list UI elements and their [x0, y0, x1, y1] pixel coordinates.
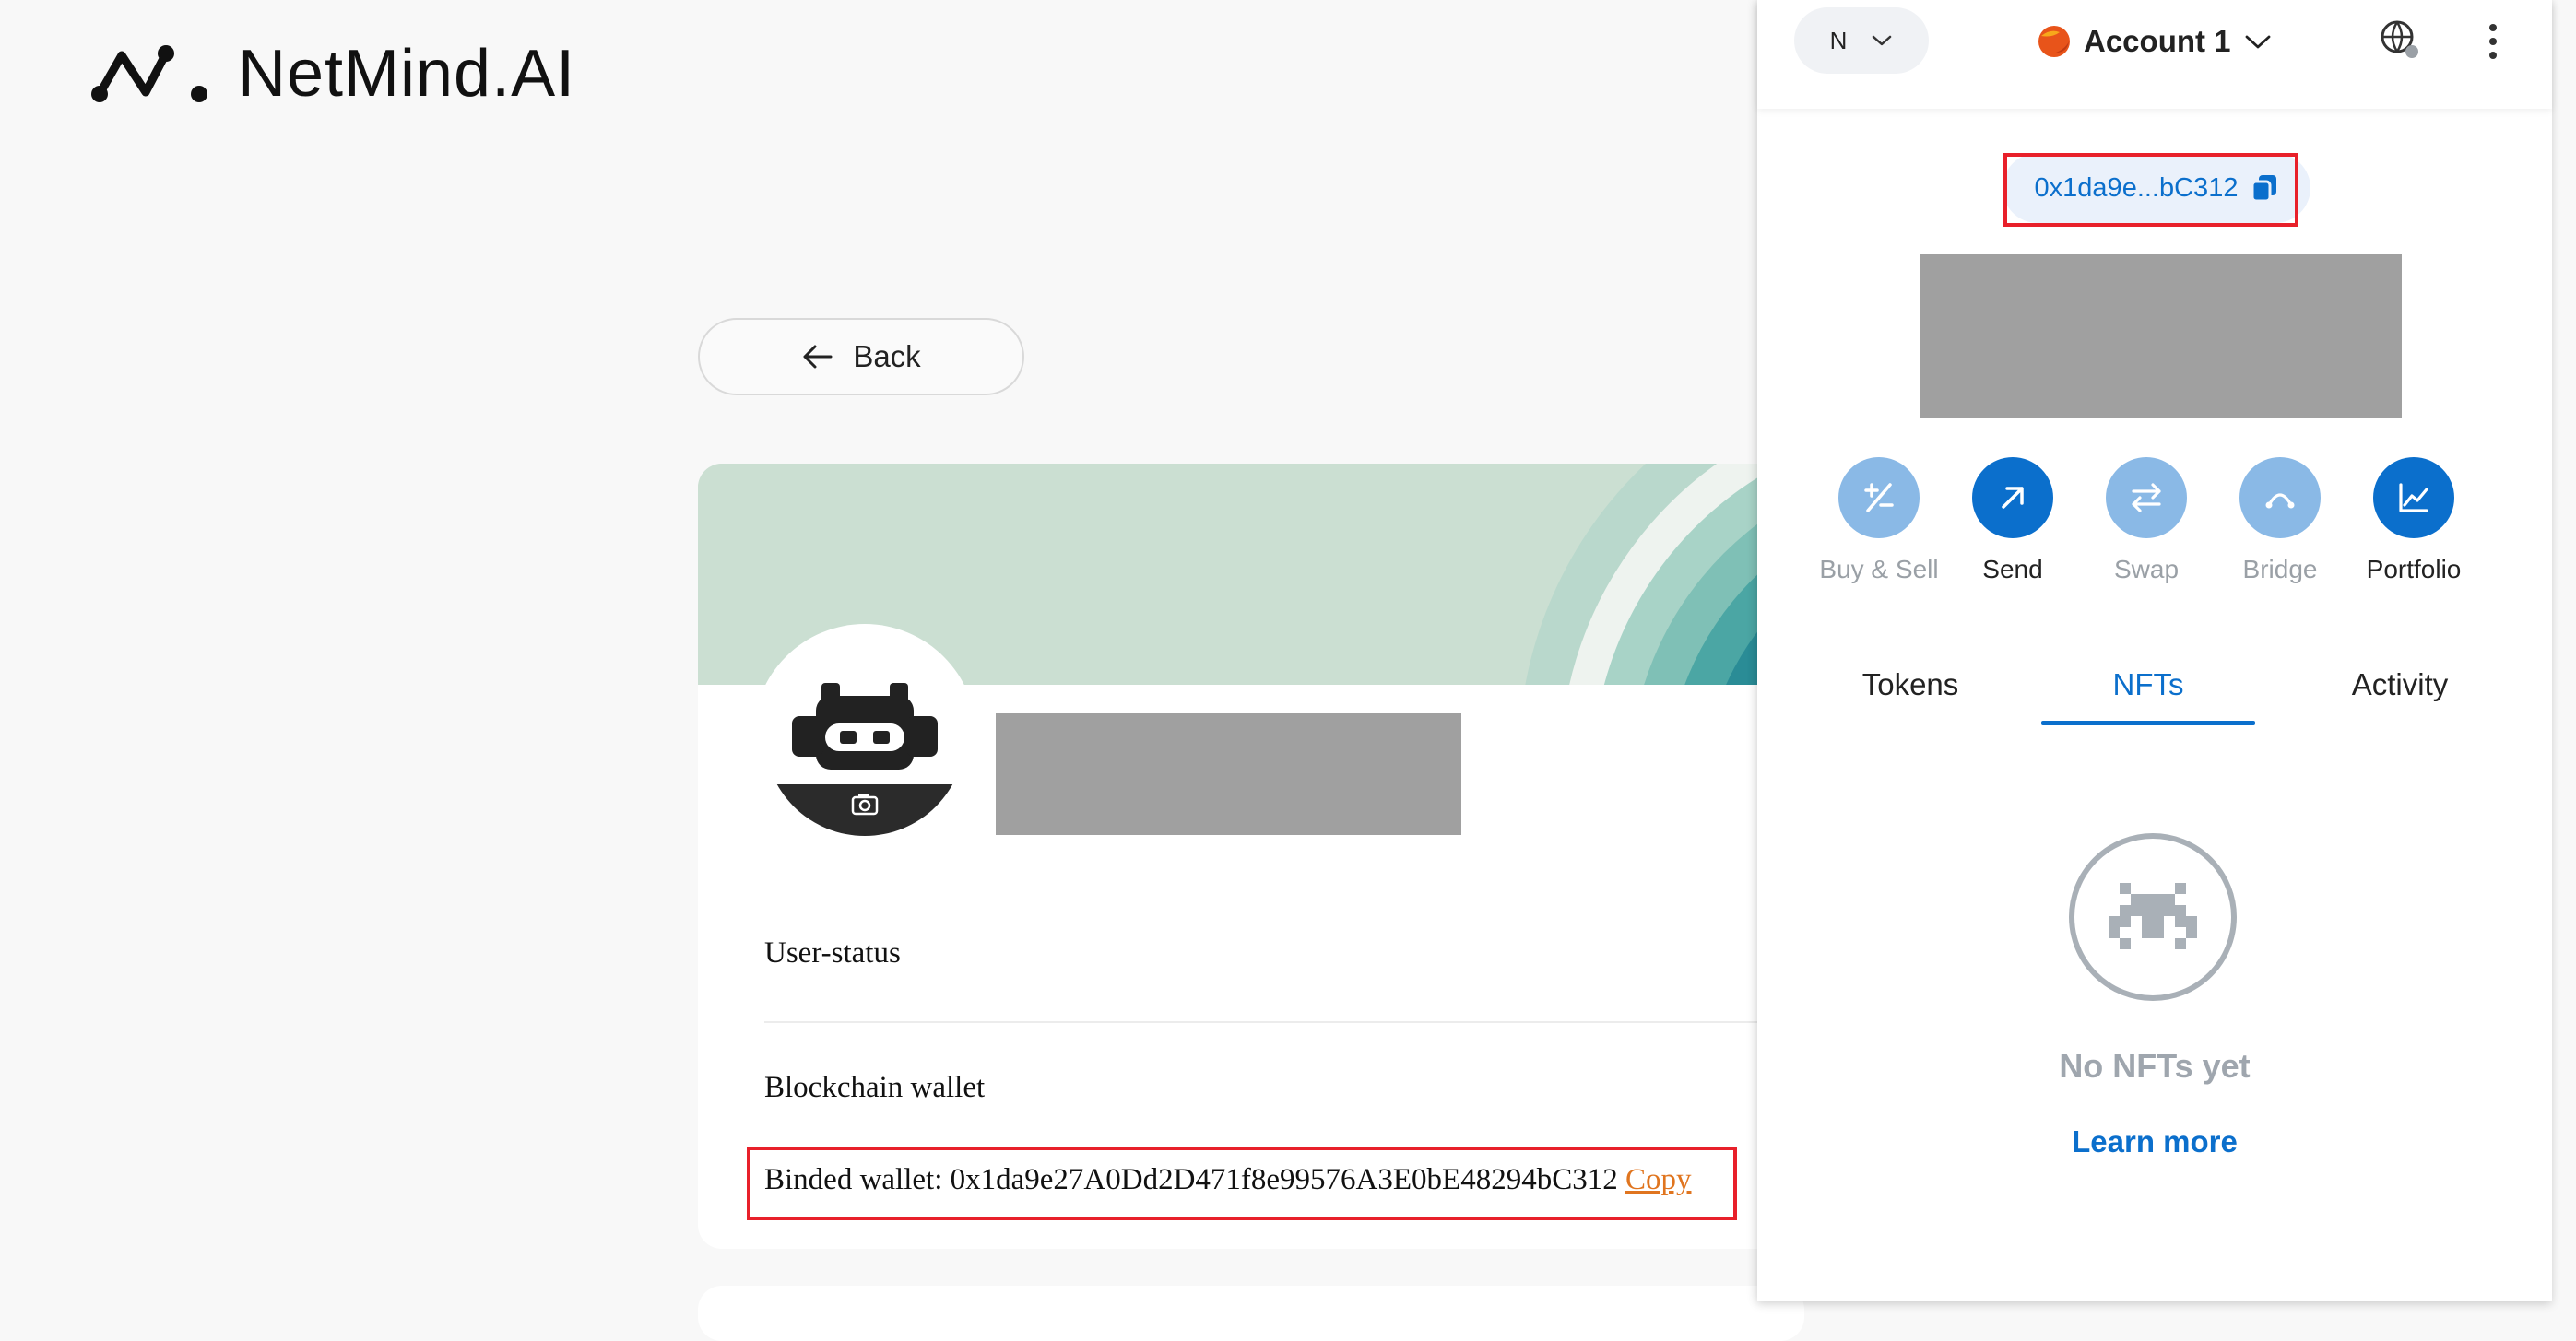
swap-arrows-icon — [2132, 483, 2161, 512]
chevron-down-icon — [2245, 35, 2270, 49]
connected-sites-icon[interactable] — [2379, 18, 2423, 63]
robot-avatar-icon — [764, 635, 965, 836]
netmind-logo-icon — [91, 45, 207, 102]
arrow-left-icon — [803, 345, 833, 369]
divider — [764, 1021, 1804, 1023]
netmind-logo[interactable]: NetMind.AI — [89, 37, 575, 111]
binded-wallet-address: Binded wallet: 0x1da9e27A0Dd2D471f8e9957… — [764, 1163, 1618, 1196]
chart-line-icon — [2399, 483, 2428, 512]
account-selector[interactable]: Account 1 — [2038, 15, 2272, 68]
binded-wallet-row: Binded wallet: 0x1da9e27A0Dd2D471f8e9957… — [764, 1163, 1691, 1197]
tab-tokens[interactable]: Tokens — [1803, 645, 2017, 724]
nft-placeholder-icon — [2069, 833, 2237, 1001]
tab-activity[interactable]: Activity — [2279, 645, 2521, 724]
more-options-icon[interactable] — [2484, 20, 2502, 63]
username-redacted — [996, 713, 1461, 835]
back-button[interactable]: Back — [698, 318, 1024, 395]
bridge-icon — [2265, 493, 2295, 509]
wallet-tabs: Tokens NFTs Activity — [1757, 645, 2552, 728]
blockchain-wallet-label: Blockchain wallet — [764, 1071, 986, 1104]
empty-state-message: No NFTs yet — [2059, 1047, 2251, 1085]
portfolio-button[interactable]: Portfolio — [2347, 457, 2480, 584]
swap-label: Swap — [2113, 555, 2180, 583]
network-badge: N — [1829, 26, 1848, 54]
brand-name: NetMind.AI — [238, 37, 576, 111]
account-name: Account 1 — [2084, 24, 2231, 58]
back-label: Back — [853, 339, 921, 373]
buy-sell-label: Buy & Sell — [1819, 555, 1939, 583]
plus-minus-icon — [1864, 483, 1894, 512]
secondary-card — [698, 1286, 1804, 1341]
chevron-down-icon — [1873, 35, 1892, 46]
arrow-up-right-icon — [2002, 487, 2024, 509]
send-label: Send — [1982, 555, 2043, 583]
portfolio-label: Portfolio — [2366, 555, 2462, 583]
user-status-label: User-status — [764, 936, 901, 970]
bridge-label: Bridge — [2242, 555, 2318, 583]
balance-redacted — [1920, 254, 2402, 418]
wallet-actions: Buy & Sell Send Swap Bridge Portfolio — [1813, 457, 2495, 595]
active-tab-indicator — [2041, 721, 2255, 725]
profile-card — [698, 464, 1804, 1249]
learn-more-link[interactable]: Learn more — [1757, 1124, 2552, 1159]
network-selector[interactable]: N — [1794, 7, 1929, 74]
tab-nfts[interactable]: NFTs — [2041, 645, 2255, 724]
copy-wallet-link[interactable]: Copy — [1625, 1163, 1692, 1196]
avatar[interactable] — [753, 624, 976, 847]
wallet-extension-panel: N Account 1 0x1da9e...bC312 Buy & Sell S… — [1757, 0, 2552, 1301]
address-highlight — [2003, 153, 2298, 227]
send-button[interactable]: Send — [1946, 457, 2079, 584]
swap-button[interactable]: Swap — [2080, 457, 2213, 584]
bridge-button[interactable]: Bridge — [2214, 457, 2346, 584]
account-avatar-icon — [2038, 26, 2070, 57]
buy-sell-button[interactable]: Buy & Sell — [1813, 457, 1945, 584]
